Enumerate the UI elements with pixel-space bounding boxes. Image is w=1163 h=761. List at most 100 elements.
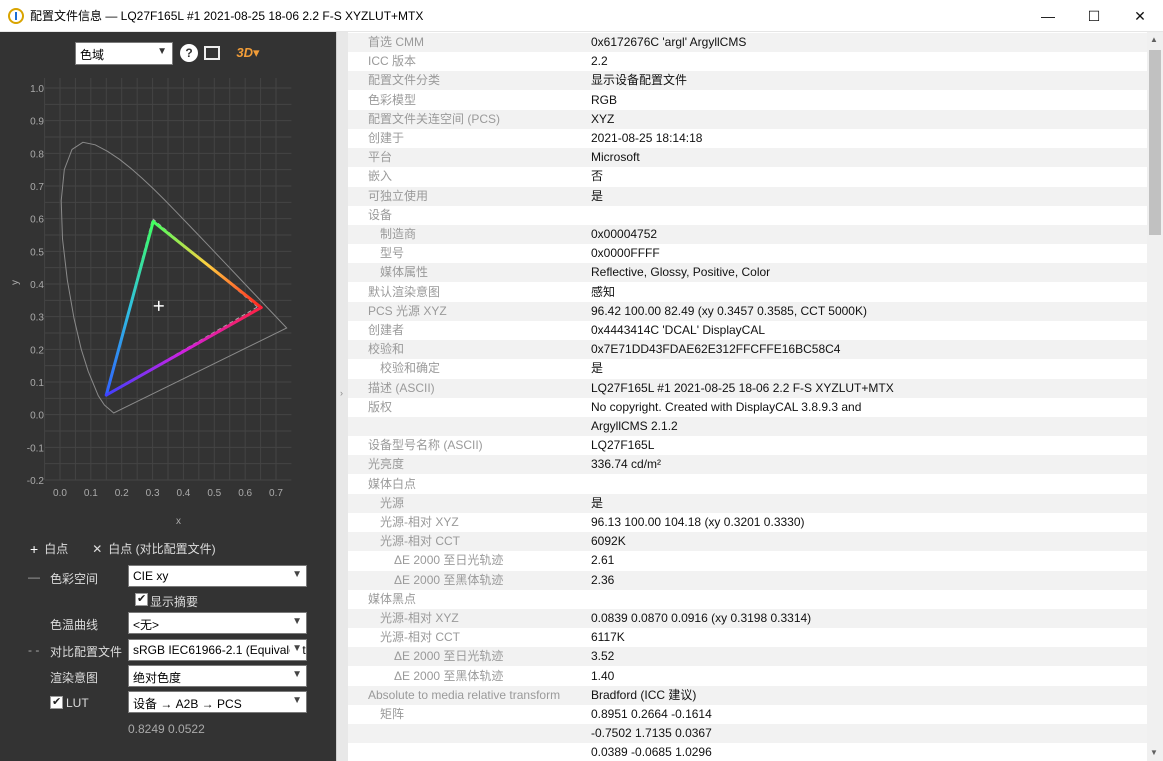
row-key: 媒体属性	[380, 265, 429, 280]
y-tick-label: 0.3	[30, 313, 44, 324]
legend-whitepoint: 白点	[44, 542, 69, 556]
close-icon: ✕	[92, 541, 103, 556]
scroll-up-icon[interactable]: ▲	[1150, 35, 1158, 44]
table-row: ΔE 2000 至日光轨迹 3.52	[348, 647, 1147, 667]
app-info-icon	[8, 7, 24, 24]
show-summary-checkbox[interactable]	[135, 592, 148, 606]
y-tick-label: 0.8	[30, 149, 44, 160]
y-tick-label: 0.9	[30, 117, 44, 128]
row-value: Microsoft	[591, 150, 640, 165]
x-tick-label: 0.3	[146, 488, 160, 499]
row-value: 2.61	[591, 553, 615, 568]
plot-legend: + 白点 ✕ 白点 (对比配置文件)	[30, 540, 216, 557]
maximize-button[interactable]: ☐	[1071, 0, 1117, 32]
x-tick-label: 0.5	[207, 488, 221, 499]
chevron-down-icon: ▼	[290, 643, 302, 654]
table-row: 0.0389 -0.0685 1.0296	[348, 743, 1147, 761]
intent-value: 绝对色度	[133, 671, 182, 685]
solid-line-icon: —	[28, 570, 40, 584]
y-tick-label: 0.2	[30, 345, 44, 356]
table-row: ICC 版本 2.2	[348, 52, 1147, 71]
y-tick-label: -0.1	[27, 443, 45, 454]
row-key: Absolute to media relative transform	[368, 687, 561, 702]
row-key: 型号	[380, 246, 405, 261]
cursor-coordinate-readout: 0.8249 0.0522	[128, 722, 205, 736]
row-key: 制造商	[380, 227, 417, 241]
row-value: 是	[591, 495, 604, 510]
x-tick-label: 0.1	[84, 488, 98, 499]
row-key: 光源-相对 XYZ	[380, 611, 459, 625]
tone-curve-label: 色温曲线	[50, 618, 99, 632]
table-row: 制造商 0x00004752	[348, 225, 1147, 244]
profile-info-table: 首选 CMM 0x6172676C 'argl' ArgyllCMS ICC 版本 2…	[348, 32, 1147, 761]
blue-green-edge	[104, 220, 155, 397]
row-value: 1.40	[591, 668, 615, 683]
table-row: 设备	[348, 206, 1147, 225]
table-row: 光源-相对 CCT 6092K	[348, 532, 1147, 552]
row-value: 96.13 100.00 104.18 (xy 0.3201 0.3330)	[591, 515, 805, 529]
row-value: RGB	[591, 92, 618, 107]
row-value: 感知	[591, 284, 616, 299]
table-row: 光源-相对 XYZ 96.13 100.00 104.18 (xy 0.3201 …	[348, 513, 1147, 532]
row-value: 2.2	[591, 54, 608, 69]
row-key: 嵌入	[368, 169, 393, 184]
row-key: 配置文件关连空间 (PCS)	[368, 111, 501, 126]
row-key: 光亮度	[368, 457, 405, 472]
help-icon[interactable]: ?	[180, 44, 198, 62]
table-row: 媒体白点	[348, 475, 1147, 494]
row-key: PCS 光源 XYZ	[368, 303, 447, 318]
chevron-down-icon: ▼	[157, 46, 167, 57]
row-key: 光源	[380, 495, 405, 510]
table-row: 可独立使用 是	[348, 186, 1147, 206]
table-row: -0.7502 1.7135 0.0367	[348, 724, 1147, 744]
table-row: 色彩模型 RGB	[348, 91, 1147, 110]
row-key: 创建于	[368, 131, 405, 145]
y-tick-labels: 1.0 0.9 0.8 0.7 0.6 0.5 0.4 0.3 0.2 0.1 0.0 -0.1 -0.…	[27, 84, 45, 487]
row-key: 平台	[368, 150, 393, 165]
view-select-value: 色域	[80, 48, 105, 62]
row-value: LQ27F165L	[591, 438, 655, 453]
y-tick-label: 0.4	[30, 280, 44, 291]
vertical-scrollbar[interactable]: ▲ ▼	[1147, 32, 1163, 761]
row-key: 矩阵	[380, 707, 405, 721]
table-row: 首选 CMM 0x6172676C 'argl' ArgyllCMS	[348, 33, 1147, 52]
scroll-thumb[interactable]	[1149, 50, 1161, 235]
table-row: ΔE 2000 至日光轨迹 2.61	[348, 551, 1147, 570]
row-value: Bradford (ICC 建议)	[591, 687, 697, 702]
table-row: Absolute to media relative transform Brad…	[348, 685, 1147, 705]
table-row: 型号 0x0000FFFF	[348, 244, 1147, 263]
image-icon[interactable]	[204, 46, 220, 60]
panel-splitter[interactable]: ›	[336, 32, 348, 761]
close-button[interactable]: ✕	[1117, 0, 1163, 32]
whitepoint-marker	[153, 300, 164, 311]
row-value: 6117K	[591, 630, 625, 645]
intent-select[interactable]: 绝对色度 ▼	[128, 665, 307, 687]
row-key: 首选 CMM	[368, 35, 424, 49]
y-tick-label: 0.7	[30, 182, 44, 193]
table-row: 版权 No copyright. Created with DisplayCAL …	[348, 398, 1147, 417]
table-row: 光源-相对 XYZ 0.0839 0.0870 0.0916 (xy 0.3198…	[348, 609, 1147, 628]
row-key: 创建者	[368, 323, 405, 337]
row-key: 光源-相对 CCT	[380, 534, 460, 549]
y-tick-label: 0.1	[30, 378, 44, 389]
minimize-button[interactable]: —	[1025, 0, 1071, 32]
tone-curve-select[interactable]: <无> ▼	[128, 612, 307, 634]
lut-checkbox[interactable]	[50, 695, 63, 709]
3d-view-button[interactable]: 3D▾	[232, 44, 264, 62]
row-key: ICC 版本	[368, 54, 417, 69]
row-key: 描述 (ASCII)	[368, 380, 435, 395]
row-value: 96.42 100.00 82.49 (xy 0.3457 0.3585, CC…	[591, 303, 867, 318]
row-value: 0.0389 -0.0685 1.0296	[591, 745, 712, 760]
row-value: 是	[591, 188, 604, 203]
gamut-panel: 色域 ▼ ? 3D▾ 1.0 0.9 0.8 0.7 0.6 0.5 0.4 0.3 0.2 0.…	[0, 32, 336, 761]
view-select[interactable]: 色域 ▼	[75, 42, 173, 65]
compare-profile-select[interactable]: sRGB IEC61966-2.1 (Equivalent ▼	[128, 639, 307, 661]
lut-select[interactable]: 设备 → A2B → PCS ▼	[128, 691, 307, 713]
scroll-down-icon[interactable]: ▼	[1150, 748, 1158, 757]
y-tick-label: 1.0	[30, 84, 44, 95]
row-value: 0x00004752	[591, 227, 658, 241]
title-bar: 配置文件信息 — LQ27F165L #1 2021-08-25 18-06 2…	[0, 0, 1163, 32]
cie-xy-plot[interactable]: 1.0 0.9 0.8 0.7 0.6 0.5 0.4 0.3 0.2 0.1 0.0 -0.1 -0.…	[0, 78, 336, 538]
colorspace-select[interactable]: CIE xy ▼	[128, 565, 307, 587]
row-value: XYZ	[591, 111, 615, 126]
